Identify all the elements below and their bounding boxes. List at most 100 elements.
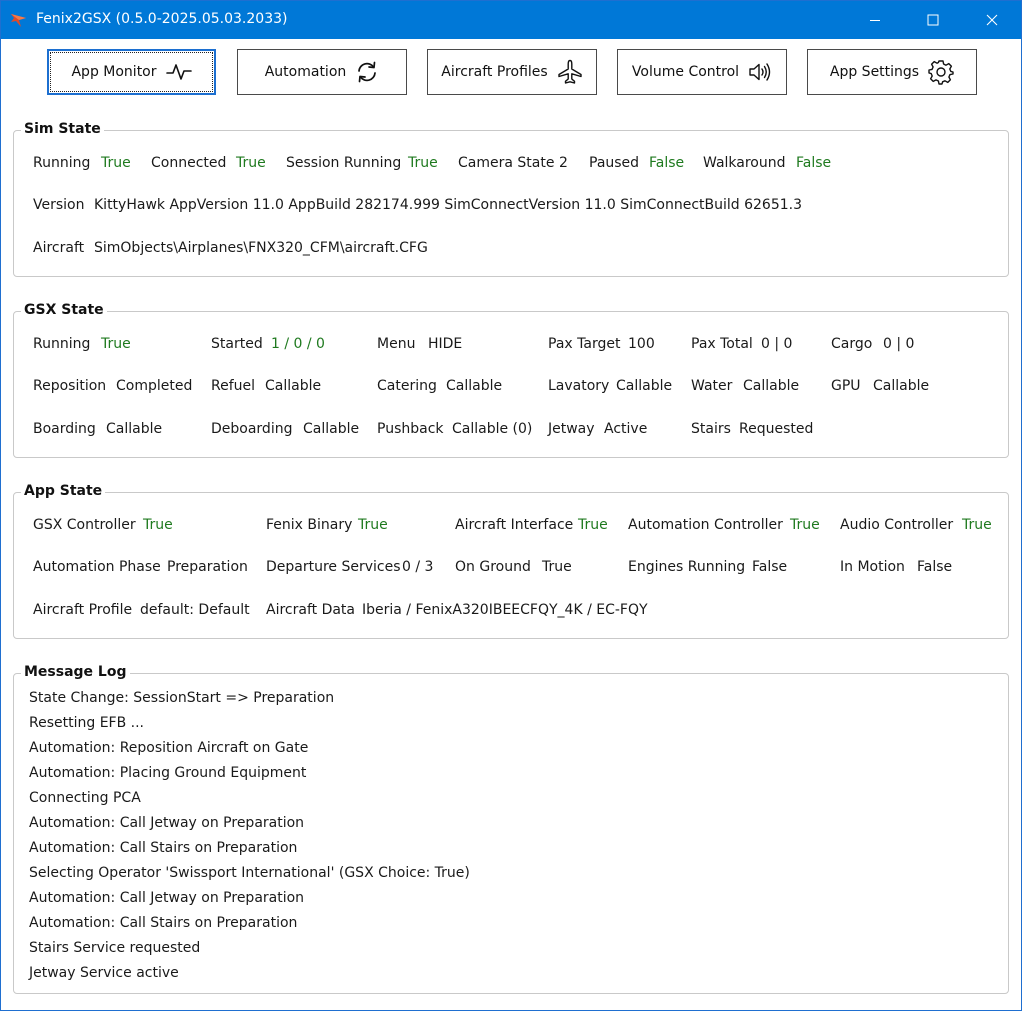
aircraft-interface-value: True (578, 517, 608, 533)
close-button[interactable] (966, 1, 1018, 39)
log-line: Automation: Call Jetway on Preparation (29, 890, 305, 906)
started-label: Started (211, 336, 263, 352)
sim-connected-label: Connected (151, 155, 227, 171)
aircraft-profile-label: Aircraft Profile (33, 602, 133, 618)
log-line: Automation: Reposition Aircraft on Gate (29, 740, 309, 756)
title-bar[interactable]: Fenix2GSX (0.5.0-2025.05.03.2033) (1, 1, 1021, 39)
started-value: 1 / 0 / 0 (271, 336, 325, 352)
maximize-icon (927, 14, 939, 26)
jetway-label: Jetway (548, 421, 595, 437)
on-ground-value: True (542, 559, 572, 575)
stairs-label: Stairs (691, 421, 731, 437)
app-settings-label: App Settings (829, 64, 920, 80)
close-icon (986, 14, 998, 26)
audio-controller-label: Audio Controller (840, 517, 954, 533)
sim-running-label: Running (33, 155, 91, 171)
sim-running-value: True (101, 155, 131, 171)
gsx-controller-value: True (143, 517, 173, 533)
lavatory-label: Lavatory (548, 378, 610, 394)
activity-icon (165, 64, 192, 80)
app-state-title: App State (21, 483, 106, 499)
message-log-group[interactable]: Message Log State Change: SessionStart =… (13, 664, 1009, 994)
minimize-button[interactable] (849, 1, 901, 39)
airplane-icon (558, 59, 582, 84)
catering-value: Callable (446, 378, 503, 394)
aircraft-data-value: Iberia / FenixA320IBEECFQY_4K / EC-FQY (362, 602, 648, 618)
paused-value: False (649, 155, 685, 171)
deboarding-label: Deboarding (211, 421, 293, 437)
on-ground-label: On Ground (455, 559, 531, 575)
stairs-value: Requested (739, 421, 814, 437)
engines-running-label: Engines Running (628, 559, 746, 575)
boarding-label: Boarding (33, 421, 96, 437)
reposition-label: Reposition (33, 378, 107, 394)
automation-phase-value: Preparation (167, 559, 248, 575)
audio-controller-value: True (962, 517, 992, 533)
automation-phase-label: Automation Phase (33, 559, 161, 575)
log-line: Resetting EFB ... (29, 715, 145, 731)
fenix-binary-label: Fenix Binary (266, 517, 353, 533)
water-value: Callable (743, 378, 800, 394)
aircraft-profile-value: default: Default (140, 602, 250, 618)
menu-label: Menu (377, 336, 416, 352)
cargo-label: Cargo (831, 336, 873, 352)
log-line: Selecting Operator 'Swissport Internatio… (29, 865, 470, 881)
sim-connected-value: True (236, 155, 266, 171)
gpu-label: GPU (831, 378, 861, 394)
water-label: Water (691, 378, 733, 394)
camera-state-label: Camera State (458, 155, 555, 171)
refuel-value: Callable (265, 378, 322, 394)
departure-services-value: 0 / 3 (402, 559, 434, 575)
sim-state-title: Sim State (21, 121, 104, 137)
app-settings-button[interactable]: App Settings (807, 49, 977, 95)
app-logo-icon (10, 11, 28, 29)
automation-button[interactable]: Automation (237, 49, 407, 95)
in-motion-label: In Motion (840, 559, 905, 575)
fenix-binary-value: True (358, 517, 388, 533)
lavatory-value: Callable (616, 378, 673, 394)
volume-control-label: Volume Control (631, 64, 740, 80)
gpu-value: Callable (873, 378, 930, 394)
reposition-value: Completed (116, 378, 193, 394)
pax-target-value: 100 (628, 336, 655, 352)
aircraft-profiles-button[interactable]: Aircraft Profiles (427, 49, 597, 95)
deboarding-value: Callable (303, 421, 360, 437)
log-line: Automation: Call Jetway on Preparation (29, 815, 305, 831)
aircraft-interface-label: Aircraft Interface (455, 517, 574, 533)
speaker-icon (749, 63, 771, 81)
version-value: KittyHawk AppVersion 11.0 AppBuild 28217… (94, 197, 803, 213)
aircraft-label: Aircraft (33, 240, 85, 256)
session-running-value: True (408, 155, 438, 171)
refuel-label: Refuel (211, 378, 256, 394)
minimize-icon (870, 20, 880, 21)
window-title: Fenix2GSX (0.5.0-2025.05.03.2033) (36, 11, 288, 27)
session-running-label: Session Running (286, 155, 402, 171)
maximize-button[interactable] (907, 1, 959, 39)
app-monitor-button[interactable]: App Monitor (47, 49, 216, 95)
automation-label: Automation (264, 64, 347, 80)
log-line: Automation: Call Stairs on Preparation (29, 915, 298, 931)
pushback-label: Pushback (377, 421, 444, 437)
aircraft-profiles-label: Aircraft Profiles (441, 64, 548, 80)
app-monitor-label: App Monitor (71, 64, 157, 80)
log-line: Automation: Call Stairs on Preparation (29, 840, 298, 856)
jetway-value: Active (604, 421, 648, 437)
in-motion-value: False (917, 559, 953, 575)
volume-control-button[interactable]: Volume Control (617, 49, 787, 95)
catering-label: Catering (377, 378, 437, 394)
gear-icon (928, 60, 954, 85)
cargo-value: 0 | 0 (883, 336, 915, 352)
paused-label: Paused (589, 155, 640, 171)
boarding-value: Callable (106, 421, 163, 437)
log-line: Connecting PCA (29, 790, 141, 806)
refresh-icon (358, 61, 377, 83)
version-label: Version (33, 197, 85, 213)
pax-target-label: Pax Target (548, 336, 621, 352)
pax-total-value: 0 | 0 (761, 336, 793, 352)
gsx-controller-label: GSX Controller (33, 517, 136, 533)
log-line: Stairs Service requested (29, 940, 201, 956)
message-log-title: Message Log (21, 664, 130, 680)
menu-value: HIDE (428, 336, 463, 352)
gsx-state-title: GSX State (21, 302, 107, 318)
gsx-running-label: Running (33, 336, 91, 352)
